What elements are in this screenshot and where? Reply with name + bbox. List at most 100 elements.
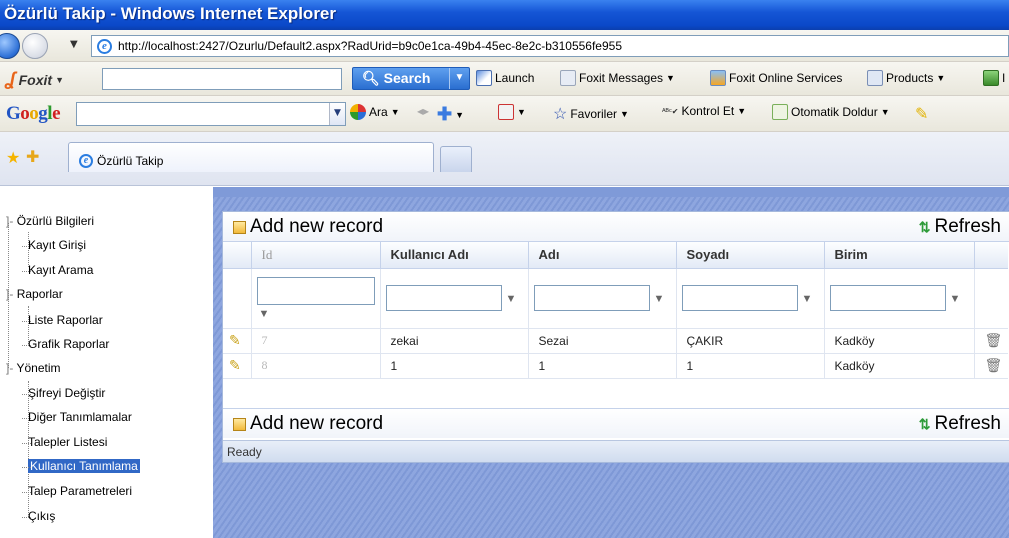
spellcheck-label: Kontrol Et: [681, 104, 735, 118]
tree-item-kayit-girisi[interactable]: Kayıt Girişi: [21, 238, 86, 252]
grid-command-bar-top: Add new record ⇅ Refresh: [223, 212, 1009, 242]
foxit-launch-label: Launch: [495, 71, 535, 85]
edit-row-button[interactable]: ✎: [223, 328, 251, 354]
google-plus-button[interactable]: ✚ ▼: [437, 104, 464, 125]
filter-input-id[interactable]: [256, 277, 375, 305]
tree-item-talep-parametreleri[interactable]: Talep Parametreleri: [21, 484, 132, 498]
column-header-soyadi[interactable]: Soyadı: [675, 242, 824, 269]
spellcheck-button[interactable]: ᴬᴮᶜ✔ Kontrol Et ▼: [662, 104, 746, 118]
tree-item-label: Diğer Tanımlamalar: [28, 410, 132, 424]
tab-ozurlu-takip[interactable]: e Özürlü Takip: [68, 142, 434, 172]
highlighter-button[interactable]: ✎: [915, 104, 928, 124]
cell-adi: Sezai: [527, 328, 676, 354]
cell-id: 8: [250, 353, 380, 379]
address-bar[interactable]: e http://localhost:2427/Ozurlu/Default2.…: [91, 35, 1009, 57]
column-header-adi[interactable]: Adı: [527, 242, 676, 269]
delete-row-button[interactable]: 🗑︎: [973, 353, 1008, 379]
add-favorite-icon[interactable]: ✚: [26, 147, 39, 166]
tree-group-label: Yönetim: [16, 361, 61, 375]
column-header-kullanici-adi[interactable]: Kullanıcı Adı: [379, 242, 528, 269]
google-favorites-label: Favoriler: [570, 107, 618, 121]
favorites-star-icon[interactable]: ★: [6, 148, 20, 167]
back-button[interactable]: [0, 33, 20, 59]
google-arrows-button[interactable]: ◂▸: [417, 104, 429, 118]
page-content: ]- Özürlü Bilgileri Kayıt Girişi Kayıt A…: [0, 187, 1009, 538]
foxit-products-button[interactable]: Products ▼: [867, 70, 945, 86]
tree-item-label: Grafik Raporlar: [28, 337, 110, 351]
tree-item-diger-tanimlamalar[interactable]: Diğer Tanımlamalar: [22, 410, 132, 424]
filter-icon[interactable]: ▼: [802, 293, 813, 305]
tree-group-ozurlu-bilgileri[interactable]: ]- Özürlü Bilgileri: [6, 214, 94, 228]
foxit-search-button[interactable]: 🔍︎ Search ▼: [352, 67, 470, 90]
delete-row-button[interactable]: 🗑︎: [973, 328, 1008, 354]
add-record-icon: [233, 220, 246, 234]
delete-column-header: [973, 242, 1008, 269]
edit-row-button[interactable]: ✎: [223, 353, 251, 379]
foxit-search-label: Search: [383, 70, 431, 86]
grid-status-text: Ready: [227, 445, 262, 459]
refresh-button[interactable]: ⇅ Refresh: [919, 216, 1001, 238]
google-search-button[interactable]: Ara ▼: [350, 104, 400, 120]
tree-item-label-selected: Kullanıcı Tanımlama: [28, 459, 140, 473]
cell-birim: Kadköy: [823, 328, 974, 354]
address-toolbar: ▼ e http://localhost:2427/Ozurlu/Default…: [0, 30, 1009, 62]
popup-blocker-button[interactable]: ▼: [498, 104, 526, 120]
window-title-bar: Özürlü Takip - Windows Internet Explorer: [0, 0, 1009, 30]
tree-group-raporlar[interactable]: ]- Raporlar: [6, 287, 63, 301]
filter-input-birim[interactable]: [829, 285, 946, 311]
foxit-logo[interactable]: ʆ Foxit ▼: [6, 69, 64, 90]
users-grid: Add new record ⇅ Refresh Id Kullanıcı Ad…: [222, 211, 1009, 463]
filter-icon[interactable]: ▼: [506, 293, 517, 305]
filter-input-adi[interactable]: [533, 285, 650, 311]
new-tab-button[interactable]: [440, 146, 472, 172]
filter-icon[interactable]: ▼: [259, 308, 270, 320]
foxit-search-input[interactable]: [102, 68, 342, 90]
foxit-messages-button[interactable]: Foxit Messages ▼: [560, 70, 675, 86]
google-search-input[interactable]: ▼: [76, 102, 346, 126]
tree-item-grafik-raporlar[interactable]: Grafik Raporlar: [21, 337, 110, 351]
foxit-overflow-label: I: [1002, 71, 1006, 85]
tab-label: Özürlü Takip: [97, 154, 164, 168]
tree-item-label: Liste Raporlar: [28, 313, 103, 327]
foxit-search-dropdown-icon[interactable]: ▼: [449, 68, 469, 89]
filter-cell-birim: ▼: [823, 268, 974, 329]
popup-chevron-icon: ▼: [517, 107, 526, 117]
column-header-birim[interactable]: Birim: [823, 242, 974, 269]
recent-pages-dropdown-icon[interactable]: ▼: [70, 39, 78, 50]
google-search-dropdown-icon[interactable]: ▼: [329, 103, 345, 125]
forward-button[interactable]: [22, 33, 48, 59]
foxit-logo-label: Foxit: [18, 71, 53, 88]
foxit-launch-button[interactable]: Launch: [476, 70, 534, 86]
pencil-icon: ✎: [229, 357, 241, 373]
tree-item-talepler-listesi[interactable]: Talepler Listesi: [21, 435, 107, 449]
popup-blocker-icon: [498, 104, 514, 120]
foxit-overflow-button[interactable]: I: [983, 70, 1005, 86]
add-record-icon: [233, 417, 246, 431]
refresh-button[interactable]: ⇅ Refresh: [919, 413, 1001, 435]
refresh-label: Refresh: [934, 413, 1001, 434]
tree-item-sifreyi-degistir[interactable]: Şifreyi Değiştir: [21, 386, 105, 400]
foxit-online-services-button[interactable]: Foxit Online Services: [710, 70, 842, 86]
google-favorites-button[interactable]: ☆ Favoriler ▼: [553, 104, 629, 124]
tree-item-kullanici-tanimlama[interactable]: Kullanıcı Tanımlama: [22, 459, 140, 473]
column-header-id[interactable]: Id: [250, 242, 380, 269]
tree-item-cikis[interactable]: Çıkış: [21, 509, 56, 523]
tree-group-yonetim[interactable]: ]- Yönetim: [6, 361, 61, 375]
grid-header-row: Id Kullanıcı Adı Adı Soyadı Birim: [223, 242, 1008, 269]
refresh-label: Refresh: [934, 216, 1001, 237]
tree-item-label: Çıkış: [28, 509, 56, 523]
tree-item-liste-raporlar[interactable]: Liste Raporlar: [22, 313, 103, 327]
cell-kullanici-adi: zekai: [379, 328, 528, 354]
autofill-button[interactable]: Otomatik Doldur ▼: [772, 104, 890, 120]
add-new-record-button[interactable]: Add new record: [233, 413, 383, 435]
tree-item-kayit-arama[interactable]: Kayıt Arama: [21, 263, 93, 277]
add-new-record-button[interactable]: Add new record: [233, 216, 383, 238]
google-logo[interactable]: Google: [6, 103, 60, 125]
filter-icon[interactable]: ▼: [950, 293, 961, 305]
filter-icon[interactable]: ▼: [654, 293, 665, 305]
filter-cell-kullanici-adi: ▼: [379, 268, 528, 329]
filter-input-soyadi[interactable]: [681, 285, 798, 311]
navigation-tree: ]- Özürlü Bilgileri Kayıt Girişi Kayıt A…: [0, 187, 213, 538]
filter-input-kullanici-adi[interactable]: [385, 285, 502, 311]
filter-spacer: [223, 268, 251, 329]
